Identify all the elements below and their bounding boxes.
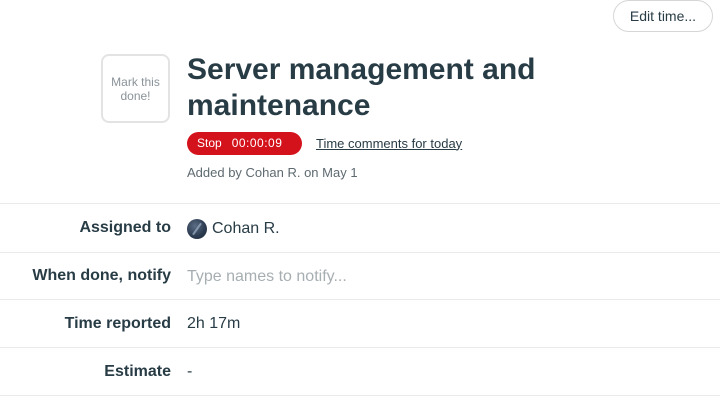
mark-done-button[interactable]: Mark this done! [101,54,170,123]
divider [0,299,720,300]
assigned-to-label: Assigned to [79,219,171,236]
mark-done-label: Mark this done! [111,74,160,103]
divider [0,347,720,348]
timer-row: Stop 00:00:09 Time comments for today [187,131,462,155]
assigned-to-row: Assigned to Cohan R. [0,205,720,252]
edit-time-button[interactable]: Edit time... [613,0,713,32]
timer-elapsed: 00:00:09 [231,136,283,150]
divider [0,395,720,396]
estimate-label: Estimate [104,363,171,380]
time-reported-label: Time reported [64,315,171,332]
notify-input[interactable] [187,264,587,290]
estimate-row: Estimate - [0,349,720,396]
time-reported-value[interactable]: 2h 17m [187,315,240,333]
user-avatar-icon [187,219,207,239]
time-reported-row: Time reported 2h 17m [0,301,720,348]
notify-row: When done, notify [0,253,720,300]
stop-timer-button[interactable]: Stop 00:00:09 [187,131,302,155]
assignee-name: Cohan R. [212,220,280,237]
added-by-text: Added by Cohan R. on May 1 [187,165,358,180]
estimate-value[interactable]: - [187,363,192,381]
task-title: Server management and maintenance [187,53,536,122]
stop-timer-label: Stop [197,136,222,150]
task-detail-page: Edit time... Mark this done! Server mana… [0,0,720,400]
time-comments-link[interactable]: Time comments for today [316,136,462,151]
assignee[interactable]: Cohan R. [187,219,280,239]
divider [0,203,720,204]
notify-label: When done, notify [32,267,171,284]
